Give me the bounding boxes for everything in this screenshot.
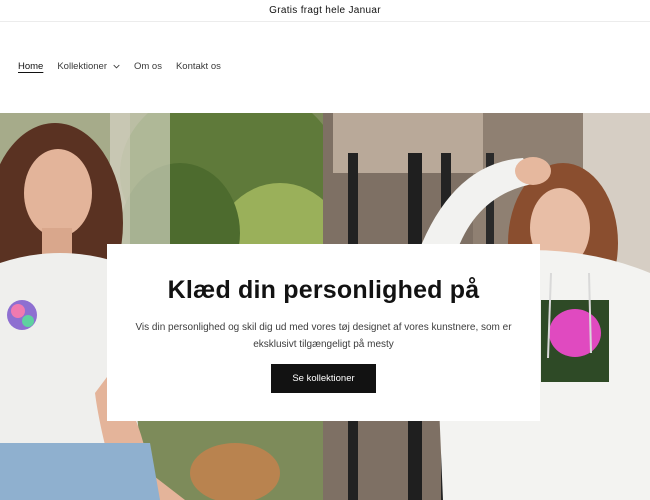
nav-item-label: Kollektioner xyxy=(57,61,107,72)
nav-item-kontakt-os[interactable]: Kontakt os xyxy=(176,61,221,72)
nav-item-label: Kontakt os xyxy=(175,61,221,72)
hero-content-box: Klæd din personlighed på Vis din personl… xyxy=(107,244,540,421)
nav-item-om-os[interactable]: Om os xyxy=(134,61,162,72)
chevron-down-icon xyxy=(113,64,120,69)
announcement-bar: Gratis fragt hele Januar xyxy=(0,0,650,22)
nav-item-kollektioner[interactable]: Kollektioner xyxy=(57,61,120,72)
site-header: Home Kollektioner Om os Kontakt os xyxy=(0,22,650,113)
hero-title: Klæd din personlighed på xyxy=(167,276,480,304)
nav-item-label: Home xyxy=(18,61,44,72)
hero-banner: Klæd din personlighed på Vis din personl… xyxy=(0,113,650,500)
main-navigation: Home Kollektioner Om os Kontakt os xyxy=(18,61,235,72)
nav-item-home[interactable]: Home xyxy=(18,61,43,72)
hero-description: Vis din personlighed og skil dig ud med … xyxy=(135,322,512,350)
view-collections-button[interactable]: Se kollektioner xyxy=(271,364,376,393)
nav-item-label: Om os xyxy=(133,61,162,72)
announcement-text: Gratis fragt hele Januar xyxy=(269,5,381,16)
